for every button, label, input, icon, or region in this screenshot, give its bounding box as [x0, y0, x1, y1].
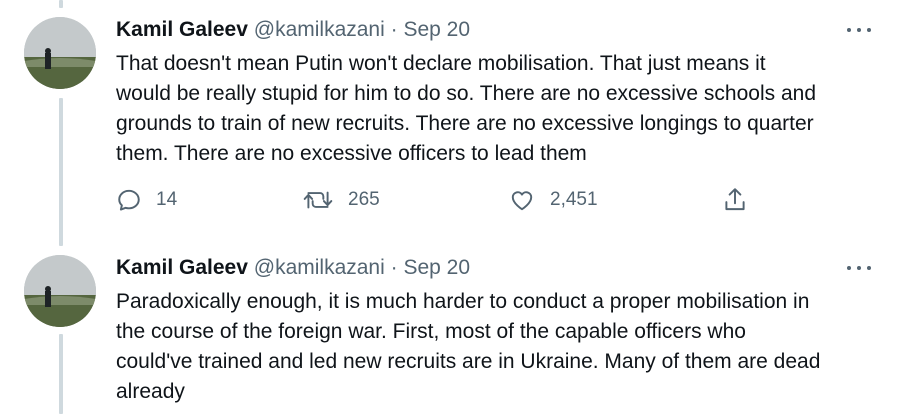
- author-name[interactable]: Kamil Galeev: [116, 18, 248, 41]
- retweet-button[interactable]: 265: [302, 185, 380, 215]
- share-icon: [725, 188, 745, 211]
- reply-button[interactable]: 14: [116, 185, 177, 215]
- tweet-text-line: Paradoxically enough, it is much harder …: [116, 290, 810, 313]
- tweet[interactable]: Kamil Galeev @kamilkazani · Sep 20 That …: [0, 17, 901, 227]
- tweet-header: Kamil Galeev @kamilkazani · Sep 20: [116, 17, 470, 43]
- tweet-text: That doesn't mean Putin won't declare mo…: [116, 49, 886, 169]
- more-dot: [867, 28, 871, 32]
- author-handle[interactable]: @kamilkazani: [254, 18, 385, 41]
- tweet-text-line: could've trained and led new recruits ar…: [116, 350, 821, 373]
- tweet-text-line: already: [116, 380, 185, 403]
- retweet-icon: [303, 191, 333, 209]
- tweet[interactable]: Kamil Galeev @kamilkazani · Sep 20 Parad…: [0, 255, 901, 414]
- tweet-text-line: That doesn't mean Putin won't declare mo…: [116, 52, 766, 75]
- tweet-text-line: grounds to train of new recruits. There …: [116, 112, 814, 135]
- like-button[interactable]: 2,451: [508, 185, 598, 215]
- heart-icon: [511, 191, 533, 211]
- tweet-text-line: would be really stupid for him to do so.…: [116, 82, 816, 105]
- reply-icon: [118, 189, 140, 211]
- tweet-date[interactable]: Sep 20: [403, 18, 470, 41]
- separator: ·: [390, 18, 398, 41]
- retweet-count: 265: [348, 189, 380, 210]
- tweet-header: Kamil Galeev @kamilkazani · Sep 20: [116, 255, 470, 281]
- more-dot: [867, 266, 871, 270]
- more-dot: [847, 266, 851, 270]
- more-horizontal-icon[interactable]: [847, 259, 871, 277]
- reply-count: 14: [156, 189, 178, 210]
- author-handle[interactable]: @kamilkazani: [254, 256, 385, 279]
- avatar[interactable]: [24, 17, 96, 89]
- more-dot: [857, 28, 861, 32]
- thread-line-top: [59, 0, 63, 8]
- separator: ·: [390, 256, 398, 279]
- like-count: 2,451: [550, 189, 598, 210]
- tweet-actions: 14 265 2,451: [116, 185, 766, 215]
- tweet-date[interactable]: Sep 20: [403, 256, 470, 279]
- avatar[interactable]: [24, 255, 96, 327]
- tweet-text-line: the course of the foreign war. First, mo…: [116, 320, 746, 343]
- more-dot: [847, 28, 851, 32]
- tweet-text: Paradoxically enough, it is much harder …: [116, 287, 886, 407]
- share-button[interactable]: [722, 185, 748, 215]
- more-dot: [857, 266, 861, 270]
- author-name[interactable]: Kamil Galeev: [116, 256, 248, 279]
- tweet-text-line: them. There are no excessive officers to…: [116, 142, 587, 165]
- more-horizontal-icon[interactable]: [847, 21, 871, 39]
